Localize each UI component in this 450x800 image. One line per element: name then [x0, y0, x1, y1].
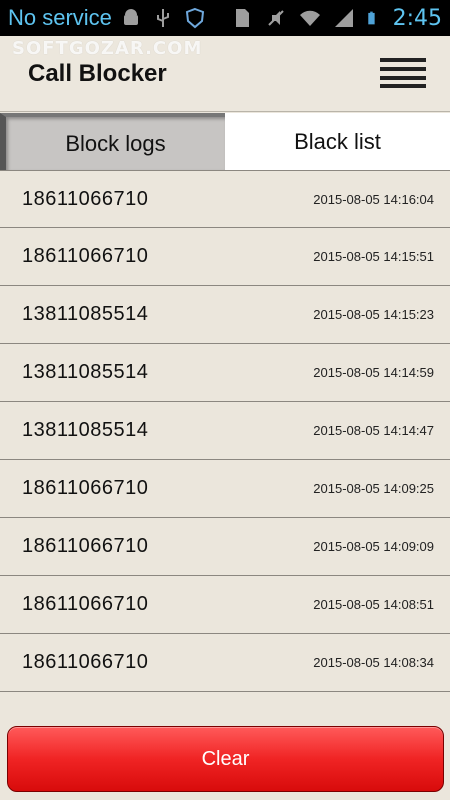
wifi-icon	[299, 10, 320, 26]
clock: 2:45	[392, 5, 442, 31]
block-time: 2015-08-05 14:14:47	[313, 423, 434, 438]
list-item[interactable]: 13811085514 2015-08-05 14:14:59	[0, 344, 450, 402]
phone-number: 18611066710	[22, 535, 149, 557]
usb-icon	[156, 9, 169, 27]
block-time: 2015-08-05 14:15:51	[313, 249, 434, 264]
notification-icons	[120, 7, 231, 29]
phone-number: 13811085514	[22, 303, 149, 325]
phone-number: 13811085514	[22, 419, 149, 441]
block-time: 2015-08-05 14:14:59	[313, 365, 434, 380]
list-item[interactable]: 18611066710 2015-08-05 14:15:51	[0, 228, 450, 286]
watermark: SOFTGOZAR.COM	[12, 38, 203, 59]
list-item[interactable]: 18611066710 2015-08-05 14:08:34	[0, 634, 450, 692]
list-item[interactable]: 13811085514 2015-08-05 14:14:47	[0, 402, 450, 460]
sim-icon	[235, 9, 249, 27]
block-time: 2015-08-05 14:15:23	[313, 307, 434, 322]
phone-number: 18611066710	[22, 651, 149, 673]
battery-icon	[367, 11, 375, 25]
action-bar: SOFTGOZAR.COM Call Blocker	[0, 36, 450, 112]
clear-button[interactable]: Clear	[7, 726, 444, 792]
tab-black-list[interactable]: Black list	[225, 113, 450, 170]
block-time: 2015-08-05 14:08:34	[313, 655, 434, 670]
android-debug-icon	[123, 9, 138, 25]
block-time: 2015-08-05 14:16:04	[313, 191, 434, 207]
list-item[interactable]: 18611066710 2015-08-05 14:09:09	[0, 518, 450, 576]
menu-icon[interactable]	[380, 58, 426, 88]
carrier-label: No service	[8, 5, 112, 30]
block-time: 2015-08-05 14:09:09	[313, 539, 434, 554]
block-time: 2015-08-05 14:08:51	[313, 597, 434, 612]
list-item[interactable]: 18611066710 2015-08-05 14:08:51	[0, 576, 450, 634]
phone-number: 13811085514	[22, 361, 149, 383]
system-icons: 2:45	[231, 6, 442, 31]
tab-block-logs[interactable]: Block logs	[0, 113, 225, 170]
list-item[interactable]: 18611066710 2015-08-05 14:09:25	[0, 460, 450, 518]
list-item[interactable]: 18611066710 2015-08-05 14:16:04	[0, 170, 450, 228]
block-log-list: 18611066710 2015-08-05 14:16:04 18611066…	[0, 170, 450, 692]
phone-number: 18611066710	[22, 593, 149, 615]
phone-number: 18611066710	[22, 477, 149, 499]
phone-number: 18611066710	[22, 187, 149, 210]
shield-icon	[185, 7, 205, 29]
mute-icon	[267, 10, 284, 26]
block-time: 2015-08-05 14:09:25	[313, 481, 434, 496]
signal-icon	[334, 9, 353, 27]
status-bar: No service 2:45	[0, 0, 450, 36]
list-item[interactable]: 13811085514 2015-08-05 14:15:23	[0, 286, 450, 344]
tab-bar: Block logs Black list	[0, 113, 450, 170]
phone-number: 18611066710	[22, 245, 149, 267]
app-title: Call Blocker	[28, 60, 167, 87]
